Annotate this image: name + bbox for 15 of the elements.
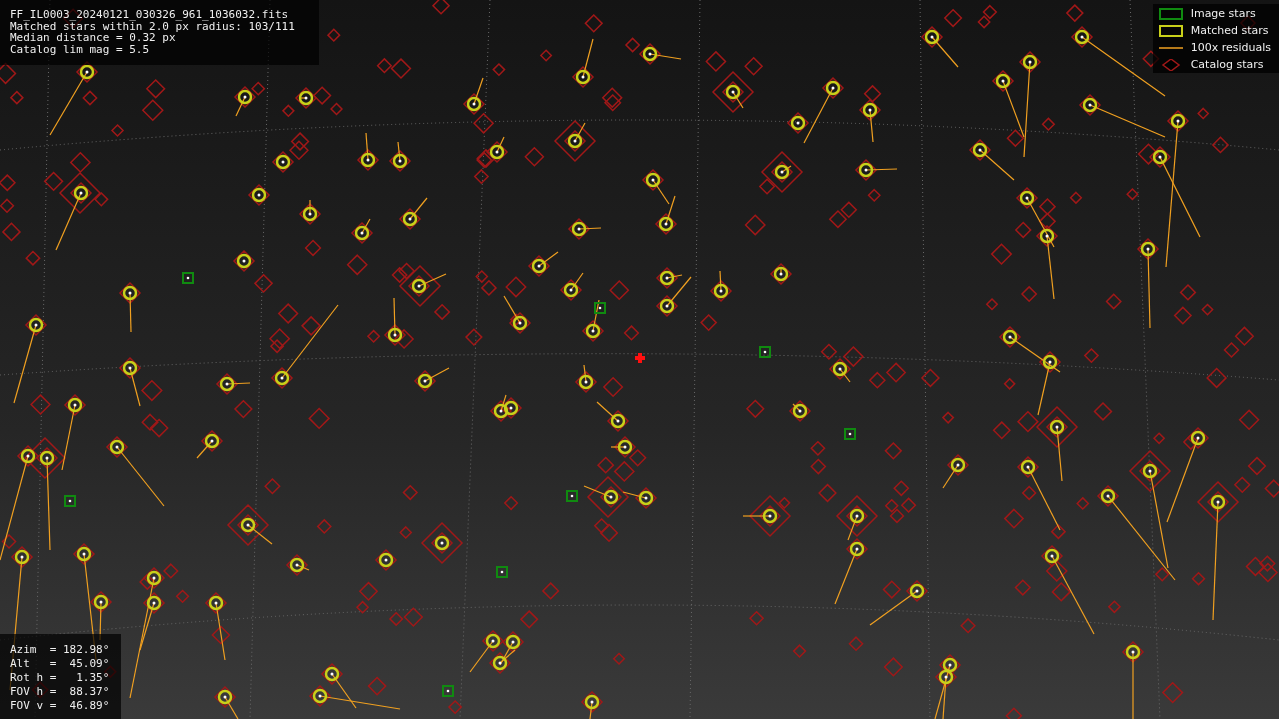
legend-label: Image stars [1190,7,1256,20]
pointing-line: FOV v = 46.89° [10,699,111,713]
pointing-line: FOV h = 88.37° [10,685,111,699]
legend-label: Catalog stars [1190,58,1264,71]
info-line: Catalog lim mag = 5.5 [10,43,151,55]
legend-label: Matched stars [1190,24,1269,37]
info-line: Median distance = 0.32 px [10,32,176,44]
matched-star-swatch-icon [1158,24,1183,37]
pointing-line: Alt = 45.09° [10,657,111,671]
pointing-line: Rot h = 1.35° [10,671,111,685]
legend-label: 100x residuals [1190,41,1271,54]
info-line: FF_IL0003_20240121_030326_961_1036032.fits [10,9,290,21]
info-line: Matched stars within 2.0 px radius: 103/111 [10,20,296,32]
pointing-line: Azim = 182.98° [10,643,111,657]
image-star-swatch-icon [1158,7,1183,20]
